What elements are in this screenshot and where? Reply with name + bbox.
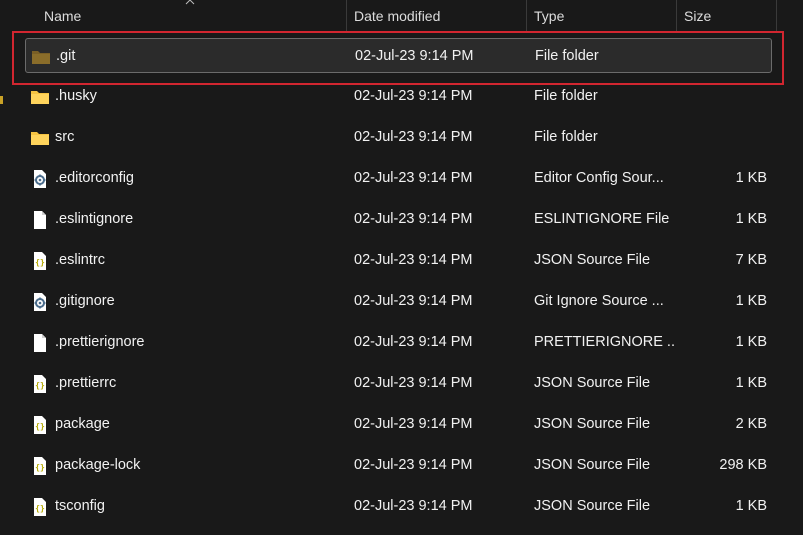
- file-row[interactable]: .prettierignore 02-Jul-23 9:14 PM PRETTIER…: [25, 325, 772, 360]
- file-type: JSON Source File: [534, 252, 651, 268]
- file-name: tsconfig: [55, 498, 105, 514]
- file-size: 298 KB: [719, 457, 767, 473]
- file-size: 2 KB: [735, 416, 767, 432]
- column-divider[interactable]: [776, 0, 777, 33]
- json-file-icon: {}: [30, 251, 50, 271]
- file-date-modified: 02-Jul-23 9:14 PM: [354, 170, 473, 186]
- file-type: JSON Source File: [534, 416, 651, 432]
- json-file-icon: {}: [30, 497, 50, 517]
- json-file-icon: {}: [30, 415, 50, 435]
- folder-dim-icon: [31, 47, 51, 67]
- file-row[interactable]: src 02-Jul-23 9:14 PM File folder: [25, 120, 772, 155]
- file-row[interactable]: {} package 02-Jul-23 9:14 PM JSON Source Fi…: [25, 407, 772, 442]
- file-row[interactable]: .gitignore 02-Jul-23 9:14 PM Git Ignore So…: [25, 284, 772, 319]
- file-date-modified: 02-Jul-23 9:14 PM: [354, 375, 473, 391]
- file-row[interactable]: {} package-lock 02-Jul-23 9:14 PM JSON Sour…: [25, 448, 772, 483]
- file-row[interactable]: .husky 02-Jul-23 9:14 PM File folder: [25, 79, 772, 114]
- file-type: JSON Source File: [534, 457, 651, 473]
- date-column-header[interactable]: Date modified: [346, 0, 526, 33]
- file-explorer-window: Name Date modified Type Size .git 02-Jul-…: [0, 0, 803, 535]
- file-type: JSON Source File: [534, 375, 651, 391]
- type-column-header[interactable]: Type: [526, 0, 676, 33]
- file-date-modified: 02-Jul-23 9:14 PM: [354, 129, 473, 145]
- file-name: .editorconfig: [55, 170, 134, 186]
- file-size: 1 KB: [735, 498, 767, 514]
- file-date-modified: 02-Jul-23 9:14 PM: [354, 416, 473, 432]
- config-file-icon: [30, 292, 50, 312]
- file-row[interactable]: .eslintignore 02-Jul-23 9:14 PM ESLINTIGNO…: [25, 202, 772, 237]
- file-name: .eslintignore: [55, 211, 134, 227]
- file-name: .husky: [55, 88, 97, 104]
- file-date-modified: 02-Jul-23 9:14 PM: [354, 457, 473, 473]
- json-file-icon: {}: [30, 374, 50, 394]
- file-type: JSON Source File: [534, 498, 651, 514]
- file-date-modified: 02-Jul-23 9:14 PM: [354, 498, 473, 514]
- file-date-modified: 02-Jul-23 9:14 PM: [354, 88, 473, 104]
- file-type: ESLINTIGNORE File: [534, 211, 670, 227]
- blank-file-icon: [30, 210, 50, 230]
- file-row[interactable]: .editorconfig 02-Jul-23 9:14 PM Editor Con…: [25, 161, 772, 196]
- file-size: 1 KB: [735, 334, 767, 350]
- folder-icon: [30, 128, 50, 148]
- folder-icon: [30, 87, 50, 107]
- file-name: package-lock: [55, 457, 141, 473]
- file-size: [673, 120, 767, 155]
- file-date-modified: 02-Jul-23 9:14 PM: [354, 211, 473, 227]
- file-size: 1 KB: [735, 170, 767, 186]
- file-size: 1 KB: [735, 293, 767, 309]
- file-name: src: [55, 129, 75, 145]
- file-size: 1 KB: [735, 375, 767, 391]
- file-row[interactable]: {} .prettierrc 02-Jul-23 9:14 PM JSON Sourc…: [25, 366, 772, 401]
- name-column-header[interactable]: Name: [36, 0, 346, 33]
- file-date-modified: 02-Jul-23 9:14 PM: [354, 293, 473, 309]
- svg-text:{}: {}: [35, 381, 45, 390]
- blank-file-icon: [30, 333, 50, 353]
- file-size: [674, 39, 768, 74]
- file-type: Git Ignore Source ...: [534, 293, 664, 309]
- file-name: .prettierrc: [55, 375, 117, 391]
- file-type: File folder: [534, 129, 598, 145]
- file-date-modified: 02-Jul-23 9:14 PM: [354, 334, 473, 350]
- svg-text:{}: {}: [35, 258, 45, 267]
- svg-text:{}: {}: [35, 504, 45, 513]
- file-name: package: [55, 416, 110, 432]
- file-name: .gitignore: [55, 293, 115, 309]
- json-file-icon: {}: [30, 456, 50, 476]
- file-type: File folder: [535, 48, 599, 64]
- file-row[interactable]: {} .eslintrc 02-Jul-23 9:14 PM JSON Source …: [25, 243, 772, 278]
- file-name: .eslintrc: [55, 252, 105, 268]
- column-header-bar: Name Date modified Type Size: [0, 0, 803, 33]
- svg-text:{}: {}: [35, 463, 45, 472]
- file-date-modified: 02-Jul-23 9:14 PM: [354, 252, 473, 268]
- file-type: PRETTIERIGNORE ...: [534, 334, 674, 350]
- config-file-icon: [30, 169, 50, 189]
- file-row-selected[interactable]: .git 02-Jul-23 9:14 PM File folder: [25, 38, 772, 73]
- file-type: Editor Config Sour...: [534, 170, 664, 186]
- size-column-header[interactable]: Size: [676, 0, 776, 33]
- file-size: 1 KB: [735, 211, 767, 227]
- file-row[interactable]: {} tsconfig 02-Jul-23 9:14 PM JSON Source F…: [25, 489, 772, 524]
- file-size: [673, 79, 767, 114]
- svg-text:{}: {}: [35, 422, 45, 431]
- file-name: .prettierignore: [55, 334, 145, 350]
- file-date-modified: 02-Jul-23 9:14 PM: [355, 48, 474, 64]
- navigation-pane-edge: [0, 96, 3, 104]
- file-type: File folder: [534, 88, 598, 104]
- file-name: .git: [56, 48, 76, 64]
- file-size: 7 KB: [735, 252, 767, 268]
